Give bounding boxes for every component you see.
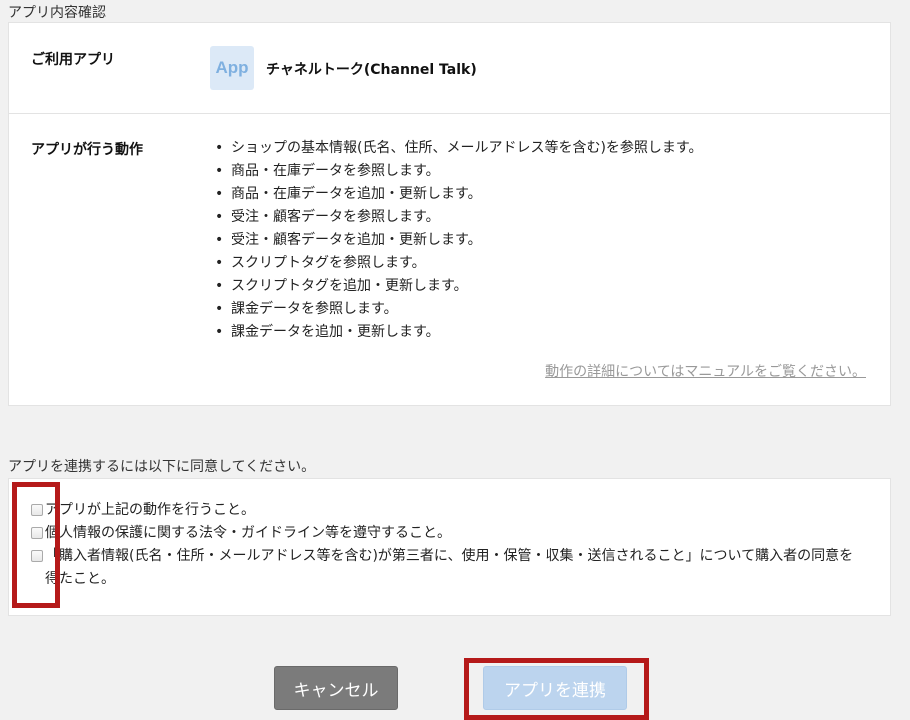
agreement-text: アプリが上記の動作を行うこと。 <box>45 502 255 518</box>
app-icon: App <box>210 46 254 90</box>
connect-app-button[interactable]: アプリを連携 <box>483 666 627 710</box>
agree-checkbox-actions[interactable] <box>31 504 43 516</box>
page-title: アプリ内容確認 <box>8 5 106 21</box>
agreement-text: 個人情報の保護に関する法令・ガイドライン等を遵守すること。 <box>45 525 451 541</box>
app-row-label: ご利用アプリ <box>31 52 115 68</box>
action-item: スクリプトタグを追加・更新します。 <box>215 275 703 298</box>
action-item: 受注・顧客データを追加・更新します。 <box>215 229 703 252</box>
actions-row-label: アプリが行う動作 <box>31 142 143 158</box>
agreement-item: 個人情報の保護に関する法令・ガイドライン等を遵守すること。 <box>29 522 865 545</box>
agreement-item: アプリが上記の動作を行うこと。 <box>29 499 865 522</box>
manual-link[interactable]: 動作の詳細についてはマニュアルをご覧ください。 <box>545 361 866 381</box>
agreement-list: アプリが上記の動作を行うこと。 個人情報の保護に関する法令・ガイドライン等を遵守… <box>29 499 865 591</box>
cancel-button[interactable]: キャンセル <box>274 666 398 710</box>
action-item: 商品・在庫データを追加・更新します。 <box>215 183 703 206</box>
agreement-card: アプリが上記の動作を行うこと。 個人情報の保護に関する法令・ガイドライン等を遵守… <box>8 478 891 616</box>
agreement-heading: アプリを連携するには以下に同意してください。 <box>8 459 316 475</box>
agree-checkbox-consent[interactable] <box>31 550 43 562</box>
actions-list: ショップの基本情報(氏名、住所、メールアドレス等を含む)を参照します。 商品・在… <box>215 137 703 344</box>
agreement-item: 「購入者情報(氏名・住所・メールアドレス等を含む)が第三者に、使用・保管・収集・… <box>29 545 865 591</box>
app-info-card: ご利用アプリ App チャネルトーク(Channel Talk) アプリが行う動… <box>8 22 891 406</box>
action-item: 課金データを参照します。 <box>215 298 703 321</box>
action-item: ショップの基本情報(氏名、住所、メールアドレス等を含む)を参照します。 <box>215 137 703 160</box>
action-item: 受注・顧客データを参照します。 <box>215 206 703 229</box>
app-name: チャネルトーク(Channel Talk) <box>266 62 477 78</box>
agree-checkbox-privacy[interactable] <box>31 527 43 539</box>
action-item: スクリプトタグを参照します。 <box>215 252 703 275</box>
agreement-text: 「購入者情報(氏名・住所・メールアドレス等を含む)が第三者に、使用・保管・収集・… <box>45 548 854 587</box>
action-item: 商品・在庫データを参照します。 <box>215 160 703 183</box>
row-divider <box>9 113 890 114</box>
action-item: 課金データを追加・更新します。 <box>215 321 703 344</box>
